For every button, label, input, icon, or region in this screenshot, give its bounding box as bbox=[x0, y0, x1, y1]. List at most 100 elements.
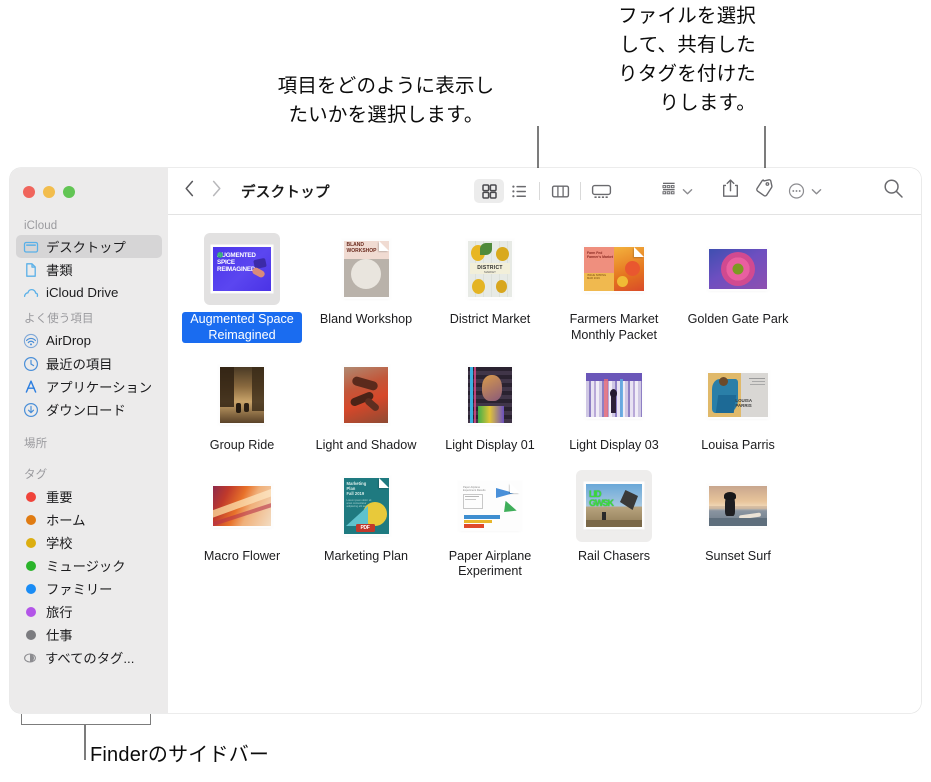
file-item[interactable]: BLAND WORKSHOP Bland Workshop bbox=[304, 233, 428, 343]
maximize-button[interactable] bbox=[63, 186, 75, 198]
group-items-icon bbox=[661, 181, 679, 202]
file-item[interactable]: Light and Shadow bbox=[304, 359, 428, 454]
tag-dot-icon bbox=[26, 583, 36, 594]
tag-dot-icon bbox=[26, 537, 36, 548]
file-item[interactable]: Golden Gate Park bbox=[676, 233, 800, 343]
sidebar-tag-family[interactable]: ファミリー bbox=[16, 577, 162, 600]
callout-sidebar-text: Finderのサイドバー bbox=[90, 744, 270, 766]
back-button[interactable] bbox=[184, 180, 195, 202]
file-item[interactable]: Paper Airplane Experiment Results Paper A… bbox=[428, 470, 552, 580]
file-item[interactable]: Light Display 01 bbox=[428, 359, 552, 454]
sidebar-item-icloud-drive[interactable]: iCloud Drive bbox=[16, 281, 162, 304]
file-name: Group Ride bbox=[209, 438, 275, 452]
tag-dot-icon bbox=[26, 560, 36, 571]
file-item[interactable]: LOUISA PARRIS Louisa Parris bbox=[676, 359, 800, 454]
sidebar-tag-travel[interactable]: 旅行 bbox=[16, 600, 162, 623]
grid-view-button[interactable] bbox=[474, 179, 504, 203]
gallery-view-button[interactable] bbox=[586, 179, 616, 203]
file-item[interactable]: Light Display 03 bbox=[552, 359, 676, 454]
file-thumbnail-container: Marketing Plan Fall 2019 Lorem ipsum dolor… bbox=[328, 470, 404, 542]
sidebar-tag-school[interactable]: 学校 bbox=[16, 531, 162, 554]
image-thumbnail bbox=[468, 367, 512, 423]
list-view-button[interactable] bbox=[504, 179, 534, 203]
downloads-icon bbox=[23, 402, 39, 418]
image-thumbnail bbox=[213, 485, 271, 526]
sidebar-item-applications[interactable]: アプリケーション bbox=[16, 375, 162, 398]
file-thumbnail-container: BLAND WORKSHOP bbox=[328, 233, 404, 305]
tag-button[interactable] bbox=[754, 179, 774, 204]
chevron-down-icon bbox=[811, 188, 822, 194]
file-thumbnail-container bbox=[328, 359, 404, 431]
callout-sidebar-bracket bbox=[21, 714, 151, 725]
file-name: Golden Gate Park bbox=[687, 312, 789, 326]
image-thumbnail bbox=[344, 367, 388, 423]
image-thumbnail bbox=[709, 249, 767, 289]
sidebar-section-locations-header: 場所 bbox=[24, 438, 48, 450]
column-view-button[interactable] bbox=[545, 179, 575, 203]
toolbar-separator bbox=[580, 182, 581, 200]
chevron-down-icon bbox=[682, 182, 693, 200]
sidebar-item-desktop[interactable]: デスクトップ bbox=[16, 235, 162, 258]
toolbar-separator bbox=[539, 182, 540, 200]
file-name: Augmented Space Reimagined bbox=[182, 312, 302, 343]
finder-toolbar: デスクトップ bbox=[168, 168, 921, 215]
file-item[interactable]: LID GWSK Rail Chasers bbox=[552, 469, 676, 580]
minimize-button[interactable] bbox=[43, 186, 55, 198]
sidebar-tag-music[interactable]: ミュージック bbox=[16, 554, 162, 577]
document-thumbnail: Paper Airplane Experiment Results bbox=[460, 482, 520, 529]
file-name: Louisa Parris bbox=[701, 438, 775, 452]
sidebar-item-airdrop[interactable]: AirDrop bbox=[16, 329, 162, 352]
sidebar-tag-work[interactable]: 仕事 bbox=[16, 623, 162, 646]
file-thumbnail-container: LID GWSK bbox=[576, 469, 652, 542]
share-button[interactable] bbox=[721, 179, 740, 204]
file-item[interactable]: Sunset Surf bbox=[676, 470, 800, 580]
callout-sidebar-leader-line bbox=[84, 724, 86, 760]
finder-sidebar: iCloud デスクトップ 書類 iCloud Drive よく使う項目 Air… bbox=[10, 168, 168, 713]
file-thumbnail-container: DISTRICT MARKET bbox=[452, 233, 528, 305]
callout-share-tag-text: ファイルを選択 して、共有した りタグを付けた りします。 bbox=[618, 5, 756, 114]
sidebar-item-label: ホーム bbox=[46, 513, 86, 528]
search-button[interactable] bbox=[883, 178, 904, 204]
file-thumbnail-container bbox=[452, 359, 528, 431]
sidebar-item-label: ミュージック bbox=[46, 559, 126, 574]
sidebar-item-documents[interactable]: 書類 bbox=[16, 258, 162, 281]
sidebar-item-label: iCloud Drive bbox=[46, 285, 119, 300]
sidebar-section-icloud-header: iCloud bbox=[24, 220, 58, 232]
forward-button[interactable] bbox=[211, 180, 222, 202]
file-name: Rail Chasers bbox=[577, 548, 651, 563]
file-grid[interactable]: AUGMENTED SPICE REIMAGINED Augmented Space… bbox=[168, 215, 921, 713]
finder-window: iCloud デスクトップ 書類 iCloud Drive よく使う項目 Air… bbox=[10, 168, 921, 713]
sidebar-item-label: AirDrop bbox=[46, 333, 92, 348]
file-thumbnail-container: Farm Fed Farmer's Market ISSUE SPRING MAR … bbox=[576, 233, 652, 305]
sidebar-all-tags[interactable]: すべてのタグ... bbox=[16, 646, 162, 669]
file-actions-group bbox=[721, 179, 822, 204]
file-thumbnail-container bbox=[700, 470, 776, 542]
file-name: Paper Airplane Experiment bbox=[448, 548, 532, 579]
sidebar-item-recents[interactable]: 最近の項目 bbox=[16, 352, 162, 375]
file-item[interactable]: Marketing Plan Fall 2019 Lorem ipsum dolor… bbox=[304, 470, 428, 580]
close-button[interactable] bbox=[23, 186, 35, 198]
sidebar-item-label: 重要 bbox=[46, 490, 73, 505]
sidebar-item-downloads[interactable]: ダウンロード bbox=[16, 398, 162, 421]
file-item[interactable]: Macro Flower bbox=[180, 470, 304, 580]
sidebar-item-label: 学校 bbox=[46, 536, 73, 551]
file-item[interactable]: DISTRICT MARKET District Market bbox=[428, 233, 552, 343]
file-item[interactable]: Farm Fed Farmer's Market ISSUE SPRING MAR … bbox=[552, 233, 676, 343]
file-name: District Market bbox=[449, 312, 531, 326]
sidebar-item-label: デスクトップ bbox=[46, 240, 126, 255]
document-icon bbox=[23, 262, 39, 278]
arrange-group[interactable] bbox=[661, 181, 693, 202]
file-item[interactable]: AUGMENTED SPICE REIMAGINED Augmented Space… bbox=[180, 233, 304, 343]
sidebar-tag-home[interactable]: ホーム bbox=[16, 508, 162, 531]
more-actions-button[interactable] bbox=[788, 183, 822, 200]
sidebar-tag-important[interactable]: 重要 bbox=[16, 485, 162, 508]
sidebar-section-tags-header: タグ bbox=[24, 469, 48, 481]
file-name: Light and Shadow bbox=[315, 438, 417, 452]
file-item[interactable]: Group Ride bbox=[180, 359, 304, 454]
file-thumbnail-container: AUGMENTED SPICE REIMAGINED bbox=[204, 233, 280, 305]
sidebar-item-label: 書類 bbox=[46, 263, 73, 278]
document-thumbnail: Farm Fed Farmer's Market ISSUE SPRING MAR … bbox=[584, 247, 644, 291]
callout-view-leader-line bbox=[537, 126, 539, 170]
file-name: Light Display 01 bbox=[445, 438, 535, 452]
tag-dot-icon bbox=[26, 514, 36, 525]
